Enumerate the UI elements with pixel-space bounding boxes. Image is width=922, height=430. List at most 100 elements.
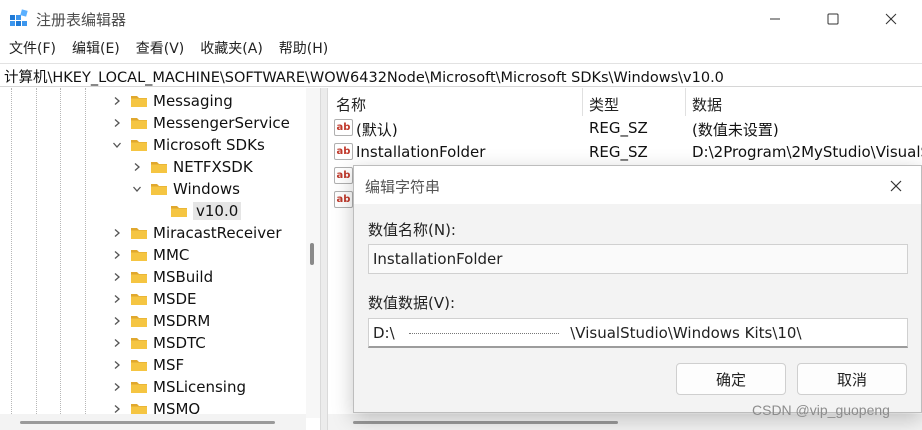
close-icon <box>885 13 897 25</box>
close-icon <box>890 180 902 192</box>
dialog-title: 编辑字符串 <box>365 178 441 196</box>
tree-vertical-scrollbar[interactable] <box>306 88 320 418</box>
close-button[interactable] <box>868 0 914 38</box>
tree-vertical-scroll-thumb[interactable] <box>310 243 314 265</box>
value-name-field: InstallationFolder <box>368 244 908 274</box>
reg-sz-icon: ab <box>334 167 353 184</box>
tree-item-label: MessengerService <box>153 114 290 132</box>
chevron-down-icon[interactable] <box>130 184 144 194</box>
folder-icon <box>130 292 148 306</box>
chevron-right-icon[interactable] <box>110 294 124 304</box>
dialog-close-button[interactable] <box>882 174 910 198</box>
value-data-prefix: D:\ <box>373 324 395 342</box>
folder-icon <box>130 314 148 328</box>
tree-item[interactable]: MSDRM <box>110 310 210 332</box>
tree-item[interactable]: MSDE <box>110 288 197 310</box>
folder-icon <box>130 226 148 240</box>
tree-item-label: MMC <box>153 246 190 264</box>
title-bar[interactable]: 注册表编辑器 <box>0 0 922 38</box>
list-row[interactable]: ab (默认) REG_SZ (数值未设置) <box>328 116 922 140</box>
menu-view[interactable]: 查看(V) <box>128 38 193 62</box>
list-row[interactable]: ab InstallationFolder REG_SZ D:\2Program… <box>328 140 922 164</box>
tree-item-label: Microsoft SDKs <box>153 136 265 154</box>
chevron-right-icon[interactable] <box>110 316 124 326</box>
dialog-title-bar[interactable]: 编辑字符串 <box>354 166 921 204</box>
chevron-right-icon[interactable] <box>110 118 124 128</box>
menu-file[interactable]: 文件(F) <box>0 38 64 62</box>
tree-horizontal-scroll-thumb[interactable] <box>20 421 275 424</box>
tree-item[interactable]: MSDTC <box>110 332 206 354</box>
tree-item-label: Windows <box>173 180 240 198</box>
folder-icon <box>130 358 148 372</box>
tree-item-label: MSDRM <box>153 312 211 330</box>
registry-tree[interactable]: Messaging MessengerService Microsoft SDKs N… <box>0 88 320 430</box>
column-divider[interactable] <box>685 88 686 116</box>
tree-item[interactable]: MSF <box>110 354 184 376</box>
chevron-right-icon[interactable] <box>110 250 124 260</box>
tree-item[interactable]: NETFXSDK <box>130 156 253 178</box>
tree-item-label: MiracastReceiver <box>153 224 282 242</box>
folder-icon <box>130 116 148 130</box>
menu-favorites[interactable]: 收藏夹(A) <box>192 38 271 62</box>
folder-icon <box>130 94 148 108</box>
maximize-button[interactable] <box>810 0 856 38</box>
chevron-right-icon[interactable] <box>110 338 124 348</box>
chevron-right-icon[interactable] <box>110 228 124 238</box>
tree-item[interactable]: MessengerService <box>110 112 290 134</box>
value-name-text: InstallationFolder <box>373 250 503 268</box>
tree-item-label: MSBuild <box>153 268 214 286</box>
chevron-right-icon[interactable] <box>110 404 124 414</box>
watermark: CSDN @vip_guopeng <box>752 402 890 418</box>
menu-help[interactable]: 帮助(H) <box>271 38 336 62</box>
chevron-right-icon[interactable] <box>110 360 124 370</box>
edit-string-dialog[interactable]: 编辑字符串 数值名称(N): InstallationFolder 数值数据(V… <box>353 165 922 413</box>
value-type: REG_SZ <box>589 119 648 137</box>
tree-guide-line <box>11 88 12 418</box>
column-header-data[interactable]: 数据 <box>692 94 722 115</box>
folder-icon <box>130 380 148 394</box>
tree-item[interactable]: v10.0 <box>150 200 242 222</box>
tree-item[interactable]: MiracastReceiver <box>110 222 282 244</box>
minimize-button[interactable] <box>752 0 798 38</box>
folder-icon <box>130 270 148 284</box>
chevron-right-icon[interactable] <box>110 382 124 392</box>
tree-item-label: MSDTC <box>153 334 206 352</box>
column-header-name[interactable]: 名称 <box>336 94 366 115</box>
chevron-right-icon[interactable] <box>110 272 124 282</box>
tree-item[interactable]: Microsoft SDKs <box>110 134 265 156</box>
chevron-right-icon[interactable] <box>130 162 144 172</box>
window-title: 注册表编辑器 <box>36 11 127 29</box>
tree-item[interactable]: MMC <box>110 244 189 266</box>
cancel-button[interactable]: 取消 <box>797 363 907 395</box>
address-path[interactable]: 计算机\HKEY_LOCAL_MACHINE\SOFTWARE\WOW6432N… <box>4 66 724 87</box>
tree-item-label: v10.0 <box>193 202 242 220</box>
menu-edit[interactable]: 编辑(E) <box>64 38 128 62</box>
minimize-icon <box>770 18 780 20</box>
list-horizontal-scroll-thumb[interactable] <box>353 421 618 424</box>
chevron-right-icon[interactable] <box>110 96 124 106</box>
tree-item[interactable]: MSLicensing <box>110 376 246 398</box>
column-header-type[interactable]: 类型 <box>589 94 619 115</box>
chevron-down-icon[interactable] <box>110 140 124 150</box>
folder-icon <box>170 204 188 218</box>
ok-button[interactable]: 确定 <box>676 363 786 395</box>
tree-item[interactable]: MSBuild <box>110 266 213 288</box>
list-header: 名称 类型 数据 <box>328 88 922 116</box>
value-data: (数值未设置) <box>692 121 779 139</box>
tree-item[interactable]: Windows <box>130 178 240 200</box>
folder-icon <box>150 160 168 174</box>
address-bar[interactable]: 计算机\HKEY_LOCAL_MACHINE\SOFTWARE\WOW6432N… <box>0 63 922 87</box>
column-divider[interactable] <box>582 88 583 116</box>
value-name: (默认) <box>356 121 398 139</box>
tree-horizontal-scrollbar[interactable] <box>0 414 306 430</box>
tree-item[interactable]: Messaging <box>110 90 233 112</box>
redacted-path-segment <box>409 330 560 334</box>
folder-icon <box>130 248 148 262</box>
menu-bar: 文件(F) 编辑(E) 查看(V) 收藏夹(A) 帮助(H) <box>0 38 922 62</box>
value-data-input[interactable]: D:\ \VisualStudio\Windows Kits\10\ <box>368 318 908 348</box>
reg-sz-icon: ab <box>334 143 353 160</box>
value-data-suffix: \VisualStudio\Windows Kits\10\ <box>570 324 802 342</box>
registry-editor-icon <box>10 9 28 26</box>
tree-item-label: NETFXSDK <box>173 158 253 176</box>
pane-splitter[interactable] <box>320 88 328 430</box>
